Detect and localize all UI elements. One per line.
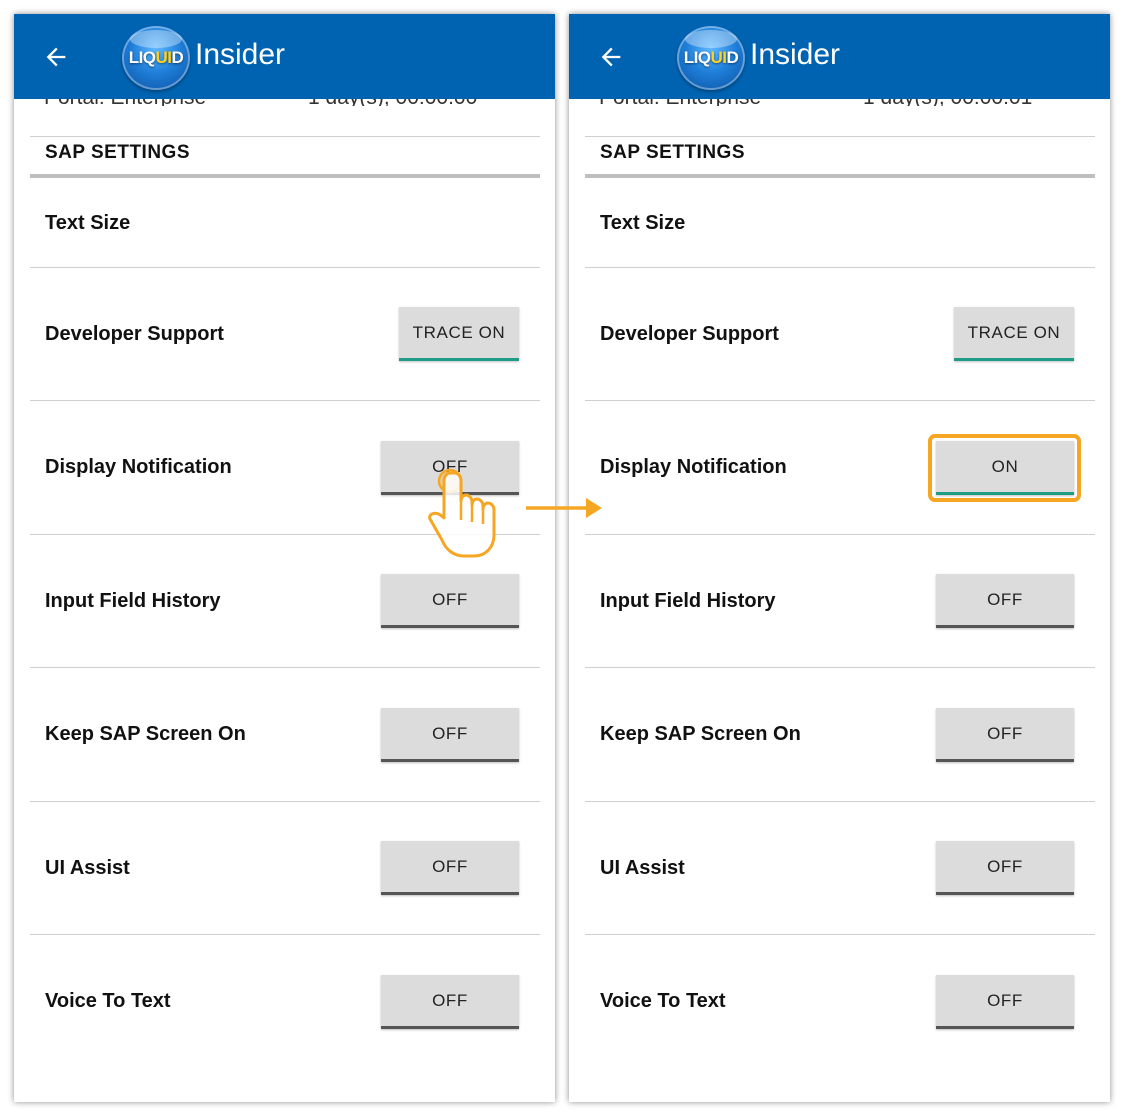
- divider: [585, 400, 1095, 401]
- ui-assist-button[interactable]: OFF: [936, 841, 1074, 895]
- ui-assist-label: UI Assist: [600, 857, 685, 879]
- highlight-frame: [928, 434, 1081, 502]
- input-field-history-button[interactable]: OFF: [381, 574, 519, 628]
- text-size-label[interactable]: Text Size: [600, 212, 685, 235]
- divider: [30, 400, 540, 401]
- voice-to-text-button[interactable]: OFF: [381, 975, 519, 1029]
- arrow-left-icon[interactable]: [597, 43, 625, 71]
- divider: [585, 667, 1095, 668]
- keep-sap-screen-on-button[interactable]: OFF: [381, 708, 519, 762]
- text-size-label[interactable]: Text Size: [45, 212, 130, 235]
- voice-to-text-label: Voice To Text: [600, 990, 726, 1012]
- keep-sap-screen-on-button[interactable]: OFF: [936, 708, 1074, 762]
- divider: [30, 267, 540, 268]
- divider: [585, 136, 1095, 137]
- app-title: Insider: [195, 38, 286, 71]
- app-bar: LIQUID Insider: [14, 14, 555, 99]
- input-field-history-label: Input Field History: [600, 590, 776, 612]
- developer-support-button[interactable]: TRACE ON: [954, 307, 1074, 361]
- app-title: Insider: [750, 38, 841, 71]
- arrow-right-icon: [526, 498, 602, 518]
- arrow-left-icon[interactable]: [42, 43, 70, 71]
- liquid-logo: LIQUID: [677, 26, 745, 90]
- section-divider: [585, 174, 1095, 178]
- voice-to-text-label: Voice To Text: [45, 990, 171, 1012]
- display-notification-label: Display Notification: [45, 456, 232, 478]
- developer-support-label: Developer Support: [600, 323, 779, 345]
- section-title: SAP SETTINGS: [600, 142, 746, 163]
- hand-pointer-icon: [428, 468, 496, 558]
- section-title: SAP SETTINGS: [45, 142, 191, 163]
- settings-screen-after: LIQUID Insider Portal: Enterprise 1 day(…: [569, 14, 1110, 1102]
- divider: [30, 934, 540, 935]
- display-notification-label: Display Notification: [600, 456, 787, 478]
- keep-sap-screen-on-label: Keep SAP Screen On: [600, 723, 801, 745]
- developer-support-button[interactable]: TRACE ON: [399, 307, 519, 361]
- divider: [30, 136, 540, 137]
- divider: [585, 801, 1095, 802]
- voice-to-text-button[interactable]: OFF: [936, 975, 1074, 1029]
- liquid-logo: LIQUID: [122, 26, 190, 90]
- divider: [585, 934, 1095, 935]
- input-field-history-button[interactable]: OFF: [936, 574, 1074, 628]
- divider: [585, 534, 1095, 535]
- input-field-history-label: Input Field History: [45, 590, 221, 612]
- divider: [585, 267, 1095, 268]
- ui-assist-label: UI Assist: [45, 857, 130, 879]
- divider: [30, 801, 540, 802]
- comparison-stage: LIQUID Insider Portal: Enterprise 1 day(…: [0, 0, 1125, 1115]
- section-divider: [30, 174, 540, 178]
- divider: [30, 667, 540, 668]
- keep-sap-screen-on-label: Keep SAP Screen On: [45, 723, 246, 745]
- app-bar: LIQUID Insider: [569, 14, 1110, 99]
- ui-assist-button[interactable]: OFF: [381, 841, 519, 895]
- developer-support-label: Developer Support: [45, 323, 224, 345]
